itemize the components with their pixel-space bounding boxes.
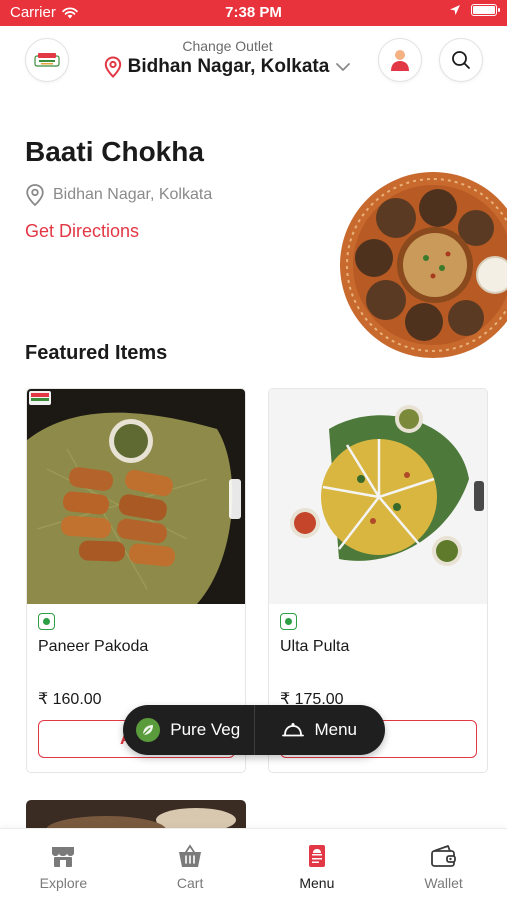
profile-button[interactable] [378, 38, 422, 82]
store-icon [52, 847, 75, 867]
nav-explore[interactable]: Explore [0, 829, 127, 900]
outlet-name: Bidhan Nagar, Kolkata [127, 56, 330, 77]
basket-icon [179, 844, 202, 867]
location-pin-icon [104, 56, 121, 78]
cloche-icon [282, 723, 305, 737]
veg-indicator-icon [280, 613, 297, 630]
nav-menu-label: Menu [299, 875, 335, 891]
outlet-selector[interactable]: Change Outlet Bidhan Nagar, Kolkata [90, 38, 365, 78]
veg-indicator-icon [38, 613, 55, 630]
nav-menu[interactable]: Menu [254, 829, 381, 900]
battery-icon [471, 4, 500, 16]
restaurant-location: Bidhan Nagar, Kolkata [25, 183, 212, 207]
menu-book-icon [308, 845, 325, 867]
leaf-icon [136, 718, 161, 742]
nav-cart-label: Cart [176, 875, 204, 891]
restaurant-name: Baati Chokha [25, 136, 204, 167]
wallet-icon [430, 845, 456, 867]
search-icon [452, 51, 470, 69]
item-name: Ulta Pulta [280, 638, 350, 655]
menu-label: Menu [314, 720, 358, 739]
chevron-down-icon [336, 63, 351, 71]
profile-icon [391, 50, 409, 71]
restaurant-dish-image [340, 172, 507, 358]
logo-icon [34, 53, 60, 67]
item-photo [27, 389, 245, 604]
pure-veg-toggle[interactable]: Pure Veg [123, 705, 254, 755]
nav-wallet[interactable]: Wallet [380, 829, 507, 900]
location-pin-outline-icon [26, 184, 44, 207]
pure-veg-label: Pure Veg [170, 720, 241, 739]
nav-wallet-label: Wallet [424, 875, 463, 891]
change-outlet-label: Change Outlet [182, 38, 273, 54]
nav-cart[interactable]: Cart [127, 829, 254, 900]
brand-logo-button[interactable] [25, 38, 69, 82]
restaurant-location-text: Bidhan Nagar, Kolkata [53, 186, 213, 203]
bottom-nav: Explore Cart Menu Wallet [0, 828, 507, 900]
floating-filter-pill: Pure Veg Menu [123, 705, 385, 755]
nav-explore-label: Explore [39, 875, 88, 891]
status-right [449, 4, 500, 16]
search-button[interactable] [439, 38, 483, 82]
clock: 7:38 PM [225, 4, 282, 21]
location-arrow-icon [450, 5, 460, 15]
outlet-value[interactable]: Bidhan Nagar, Kolkata [90, 56, 365, 78]
item-name: Paneer Pakoda [38, 638, 149, 655]
featured-items-title: Featured Items [25, 342, 168, 364]
item-photo [269, 389, 487, 604]
status-bar: Carrier 7:38 PM [0, 0, 507, 26]
item-price: ₹ 160.00 [38, 691, 102, 708]
get-directions-link[interactable]: Get Directions [25, 221, 139, 242]
menu-button[interactable]: Menu [255, 705, 386, 755]
